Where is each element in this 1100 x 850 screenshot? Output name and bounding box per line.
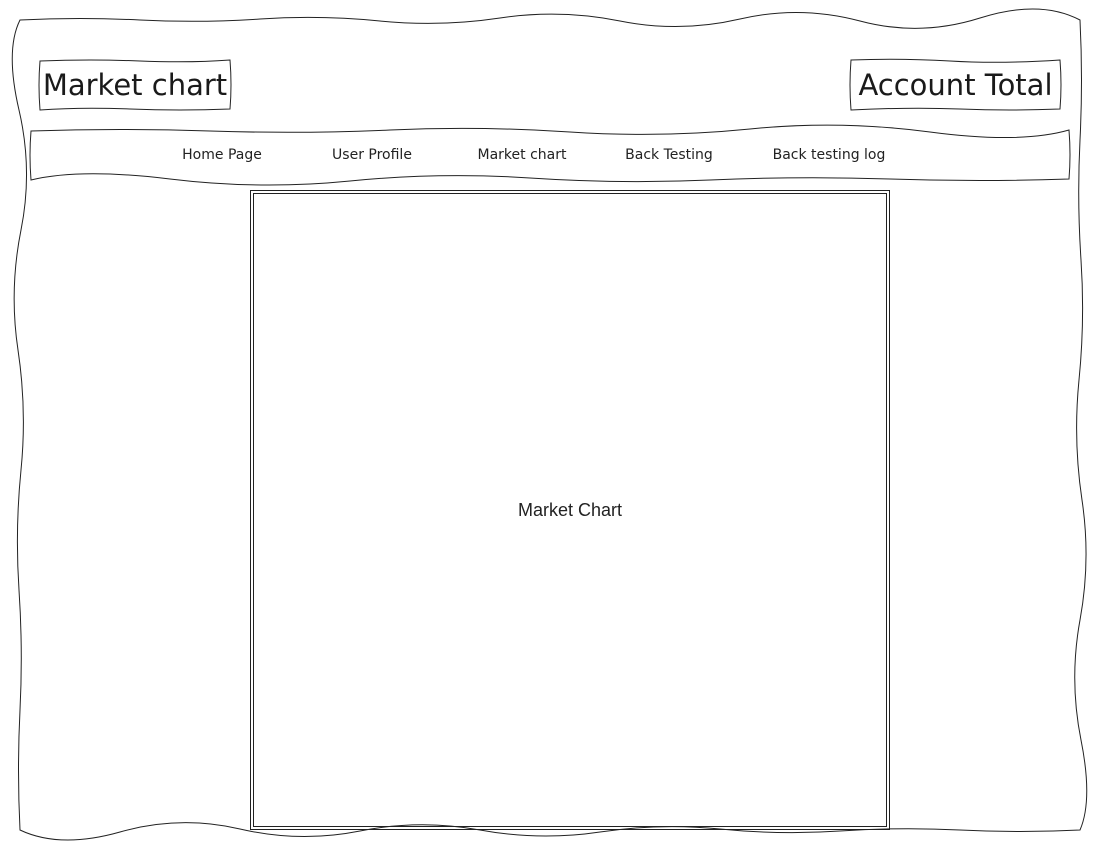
- page-title: Market chart: [42, 67, 228, 102]
- nav-item-user-profile[interactable]: User Profile: [312, 131, 432, 179]
- market-chart-panel: Market Chart: [250, 190, 890, 830]
- nav-item-back-testing[interactable]: Back Testing: [609, 131, 729, 179]
- account-total-label: Account Total: [858, 67, 1053, 102]
- nav-item-home-page[interactable]: Home Page: [162, 131, 282, 179]
- market-chart-area: Market Chart: [253, 193, 887, 827]
- nav-bar: Home Page User Profile Market chart Back…: [31, 131, 1069, 179]
- nav-item-back-testing-log[interactable]: Back testing log: [762, 131, 896, 179]
- nav-item-market-chart[interactable]: Market chart: [462, 131, 582, 179]
- market-chart-placeholder-label: Market Chart: [517, 499, 623, 520]
